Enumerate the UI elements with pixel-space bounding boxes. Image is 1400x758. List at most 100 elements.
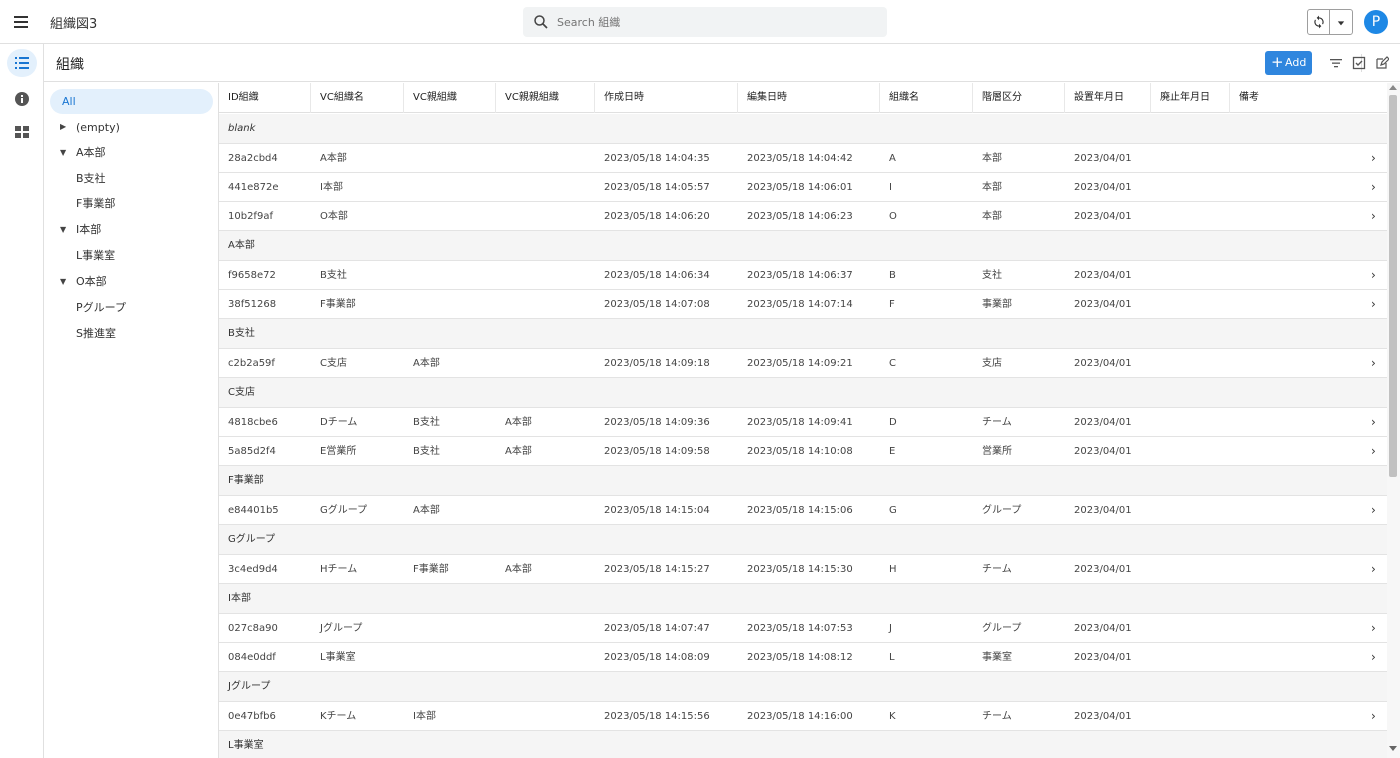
table-cell: c2b2a59f xyxy=(228,358,275,369)
table-cell: f9658e72 xyxy=(228,270,276,281)
sync-button-group xyxy=(1307,9,1353,35)
chevron-right-icon[interactable]: › xyxy=(1371,144,1376,173)
chevron-right-icon[interactable]: › xyxy=(1371,496,1376,525)
caret-down-icon[interactable]: ▼ xyxy=(60,225,66,234)
table-row[interactable]: 5a85d2f4 E営業所 B支社 A本部 2023/05/18 14:09:58 202… xyxy=(219,437,1387,466)
scroll-down-arrow[interactable] xyxy=(1389,746,1397,751)
group-row[interactable]: Gグループ xyxy=(219,525,1387,555)
table-row[interactable]: 3c4ed9d4 Hチーム F事業部 A本部 2023/05/18 14:15:27 20… xyxy=(219,555,1387,584)
search-box[interactable] xyxy=(523,7,887,37)
chevron-right-icon[interactable]: › xyxy=(1371,614,1376,643)
chevron-right-icon[interactable]: › xyxy=(1371,202,1376,231)
group-row[interactable]: B支社 xyxy=(219,319,1387,349)
caret-down-icon[interactable]: ▼ xyxy=(60,277,66,286)
menu-icon[interactable] xyxy=(12,12,32,32)
table-cell: グループ xyxy=(982,505,1022,516)
scroll-up-arrow[interactable] xyxy=(1389,85,1397,90)
chevron-right-icon[interactable]: › xyxy=(1371,702,1376,731)
column-header[interactable]: 編集日時 xyxy=(738,83,880,113)
column-header[interactable]: 備考 xyxy=(1230,83,1387,113)
table-cell: F事業部 xyxy=(320,299,356,310)
caret-down-icon xyxy=(1337,21,1345,26)
table-cell: 2023/04/01 xyxy=(1074,505,1132,516)
tree-item-f-jigyobu[interactable]: F事業部 xyxy=(76,191,115,216)
table-row[interactable]: e84401b5 Gグループ A本部 2023/05/18 14:15:04 2023/… xyxy=(219,496,1387,525)
chevron-right-icon[interactable]: › xyxy=(1371,408,1376,437)
table-cell: A xyxy=(889,153,896,164)
group-row[interactable]: L事業室 xyxy=(219,731,1387,758)
table-row[interactable]: 4818cbe6 Dチーム B支社 A本部 2023/05/18 14:09:36 202… xyxy=(219,408,1387,437)
tree-item-o-honbu[interactable]: O本部 xyxy=(76,269,107,294)
table-cell: A本部 xyxy=(505,417,532,428)
page-header: 組織 + Add xyxy=(44,44,1400,82)
chevron-right-icon[interactable]: › xyxy=(1371,349,1376,378)
sync-dropdown-button[interactable] xyxy=(1330,10,1352,34)
scrollbar-thumb[interactable] xyxy=(1389,95,1397,477)
table-row[interactable]: 084e0ddf L事業室 2023/05/18 14:08:09 2023/05/1… xyxy=(219,643,1387,672)
chevron-right-icon[interactable]: › xyxy=(1371,643,1376,672)
chevron-right-icon[interactable]: › xyxy=(1371,173,1376,202)
column-header[interactable]: 組織名 xyxy=(880,83,973,113)
table-row[interactable]: 441e872e I本部 2023/05/18 14:05:57 2023/05/18… xyxy=(219,173,1387,202)
tree-item-s-suishinshitsu[interactable]: S推進室 xyxy=(76,321,116,346)
column-header[interactable]: 階層区分 xyxy=(973,83,1065,113)
table-cell: 2023/05/18 14:15:04 xyxy=(604,505,710,516)
table-cell: 2023/05/18 14:07:08 xyxy=(604,299,710,310)
tree-item-p-group[interactable]: Pグループ xyxy=(76,295,126,320)
rail-info-button[interactable] xyxy=(7,85,37,113)
tree-item-l-jigyoshitsu[interactable]: L事業室 xyxy=(76,243,115,268)
caret-right-icon[interactable]: ▶ xyxy=(60,122,66,131)
table-cell: 本部 xyxy=(982,182,1002,193)
vertical-scrollbar[interactable] xyxy=(1387,83,1400,758)
column-header[interactable]: ID組織 xyxy=(219,83,311,113)
chevron-right-icon[interactable]: › xyxy=(1371,437,1376,466)
table-cell: 2023/05/18 14:06:01 xyxy=(747,182,853,193)
search-input[interactable] xyxy=(557,7,877,37)
avatar[interactable]: P xyxy=(1364,10,1388,34)
table-row[interactable]: c2b2a59f C支店 A本部 2023/05/18 14:09:18 2023/05… xyxy=(219,349,1387,378)
checkbox-icon[interactable] xyxy=(1352,56,1366,70)
edit-icon[interactable] xyxy=(1375,56,1389,70)
table-cell: F事業部 xyxy=(413,564,449,575)
tree-item-i-honbu[interactable]: I本部 xyxy=(76,217,101,242)
rail-list-button[interactable] xyxy=(7,49,37,77)
column-header[interactable]: VC組織名 xyxy=(311,83,404,113)
tree-item-empty[interactable]: (empty) xyxy=(76,115,120,140)
group-row[interactable]: F事業部 xyxy=(219,466,1387,496)
table-row[interactable]: f9658e72 B支社 2023/05/18 14:06:34 2023/05/18… xyxy=(219,261,1387,290)
table-cell: Gグループ xyxy=(320,505,368,516)
column-header[interactable]: VC親親組織 xyxy=(496,83,595,113)
group-row[interactable]: Jグループ xyxy=(219,672,1387,702)
add-button[interactable]: + Add xyxy=(1265,51,1312,75)
chevron-right-icon[interactable]: › xyxy=(1371,261,1376,290)
rail-dashboard-button[interactable] xyxy=(7,118,37,146)
chevron-right-icon[interactable]: › xyxy=(1371,555,1376,584)
caret-down-icon[interactable]: ▼ xyxy=(60,148,66,157)
group-row[interactable]: C支店 xyxy=(219,378,1387,408)
group-row[interactable]: A本部 xyxy=(219,231,1387,261)
column-header[interactable]: 設置年月日 xyxy=(1065,83,1151,113)
table-row[interactable]: 10b2f9af O本部 2023/05/18 14:06:20 2023/05/18… xyxy=(219,202,1387,231)
group-row[interactable]: blank xyxy=(219,114,1387,144)
column-header[interactable]: VC親組織 xyxy=(404,83,496,113)
table-cell: 2023/05/18 14:06:34 xyxy=(604,270,710,281)
table-cell: 3c4ed9d4 xyxy=(228,564,278,575)
chevron-right-icon[interactable]: › xyxy=(1371,290,1376,319)
column-header[interactable]: 廃止年月日 xyxy=(1151,83,1230,113)
column-header[interactable]: 作成日時 xyxy=(595,83,738,113)
filter-icon[interactable] xyxy=(1329,56,1343,70)
table-row[interactable]: 28a2cbd4 A本部 2023/05/18 14:04:35 2023/05/18… xyxy=(219,144,1387,173)
sync-button[interactable] xyxy=(1308,10,1330,34)
table-row[interactable]: 0e47bfb6 Kチーム I本部 2023/05/18 14:15:56 2023/0… xyxy=(219,702,1387,731)
table-row[interactable]: 027c8a90 Jグループ 2023/05/18 14:07:47 2023/05/… xyxy=(219,614,1387,643)
table-row[interactable]: 38f51268 F事業部 2023/05/18 14:07:08 2023/05/1… xyxy=(219,290,1387,319)
top-app-bar: 組織図3 P xyxy=(0,0,1400,44)
table-cell: I xyxy=(889,182,892,193)
table-cell: チーム xyxy=(982,417,1012,428)
tree-item-a-honbu[interactable]: A本部 xyxy=(76,140,106,165)
tree-item-all[interactable]: All xyxy=(50,89,213,114)
tree-item-b-shisha[interactable]: B支社 xyxy=(76,166,106,191)
table-cell: L xyxy=(889,652,895,663)
table-cell: L事業室 xyxy=(320,652,356,663)
group-row[interactable]: I本部 xyxy=(219,584,1387,614)
